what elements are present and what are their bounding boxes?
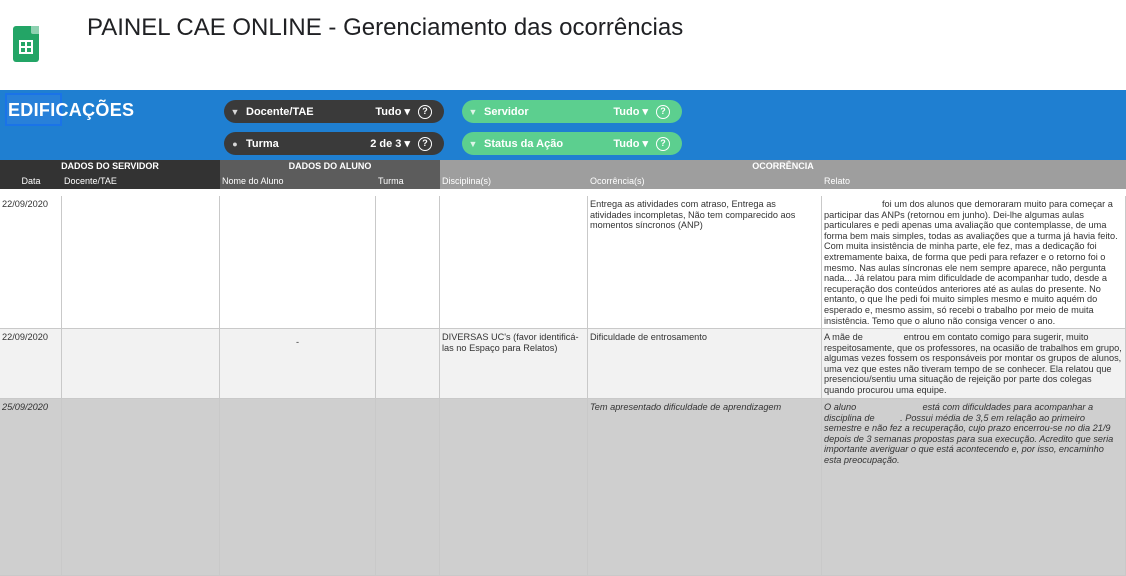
cell-relato[interactable]: A mãe de entrou em contato comigo para s…: [822, 329, 1126, 399]
cell-docente[interactable]: [62, 329, 220, 399]
group-header-ocorrencia: OCORRÊNCIA: [440, 160, 1126, 173]
filter-docente-label: Docente/TAE: [246, 105, 314, 118]
table-row[interactable]: 22/09/2020 Entrega as atividades com atr…: [0, 196, 1126, 329]
col-header-docente[interactable]: Docente/TAE: [62, 173, 220, 189]
filter-icon: ●: [232, 138, 238, 149]
cell-ocorrencia[interactable]: Dificuldade de entrosamento: [588, 329, 822, 399]
filter-icon: ▼: [468, 106, 478, 117]
cell-date[interactable]: 22/09/2020: [0, 329, 62, 399]
table-row[interactable]: 25/09/2020 Tem apresentado dificuldade d…: [0, 399, 1126, 576]
cell-disciplina[interactable]: [440, 196, 588, 329]
col-header-ocorrencia[interactable]: Ocorrência(s): [588, 173, 822, 189]
cell-ocorrencia[interactable]: Tem apresentado dificuldade de aprendiza…: [588, 399, 822, 576]
cell-date[interactable]: 22/09/2020: [0, 196, 62, 329]
filter-turma-label: Turma: [246, 137, 279, 150]
help-icon[interactable]: ?: [656, 104, 670, 119]
filter-icon: ▼: [230, 106, 240, 117]
sheets-logo-icon[interactable]: [13, 26, 39, 62]
col-header-disciplina[interactable]: Disciplina(s): [440, 173, 588, 189]
filter-servidor-value[interactable]: Tudo ▾: [613, 105, 648, 118]
cell-relato[interactable]: foi um dos alunos que demoraram muito pa…: [822, 196, 1126, 329]
cell-turma[interactable]: [376, 196, 440, 329]
cell-docente[interactable]: [62, 196, 220, 329]
filter-servidor-label: Servidor: [484, 105, 529, 118]
cell-ocorrencia[interactable]: Entrega as atividades com atraso, Entreg…: [588, 196, 822, 329]
col-header-turma[interactable]: Turma: [376, 173, 440, 189]
course-title: EDIFICAÇÕES: [8, 100, 135, 120]
col-header-aluno[interactable]: Nome do Aluno: [220, 173, 376, 189]
app-header: PAINEL CAE ONLINE - Gerenciamento das oc…: [0, 0, 1126, 90]
cell-aluno[interactable]: [220, 196, 376, 329]
filter-docente[interactable]: ▼ Docente/TAE Tudo ▾ ?: [224, 100, 444, 123]
filter-status-value[interactable]: Tudo ▾: [613, 137, 648, 150]
cell-aluno[interactable]: [220, 399, 376, 576]
cell-disciplina[interactable]: [440, 399, 588, 576]
help-icon[interactable]: ?: [418, 136, 432, 151]
group-header-aluno: DADOS DO ALUNO: [220, 160, 440, 173]
group-header-servidor: DADOS DO SERVIDOR: [0, 160, 220, 173]
filter-turma[interactable]: ● Turma 2 de 3 ▾ ?: [224, 132, 444, 155]
filter-servidor[interactable]: ▼ Servidor Tudo ▾ ?: [462, 100, 682, 123]
cell-turma[interactable]: [376, 399, 440, 576]
filter-turma-value[interactable]: 2 de 3 ▾: [370, 137, 410, 150]
filter-status-acao[interactable]: ▼ Status da Ação Tudo ▾ ?: [462, 132, 682, 155]
col-header-relato[interactable]: Relato: [822, 173, 1126, 189]
document-title[interactable]: PAINEL CAE ONLINE - Gerenciamento das oc…: [87, 14, 683, 42]
help-icon[interactable]: ?: [656, 136, 670, 151]
cell-aluno[interactable]: -: [220, 329, 376, 399]
cell-date[interactable]: 25/09/2020: [0, 399, 62, 576]
filter-icon: ▼: [468, 138, 478, 149]
cell-relato[interactable]: O aluno está com dificuldades para acomp…: [822, 399, 1126, 576]
cell-disciplina[interactable]: DIVERSAS UC's (favor identificá-las no E…: [440, 329, 588, 399]
filter-status-label: Status da Ação: [484, 137, 564, 150]
col-header-data[interactable]: Data: [0, 173, 62, 189]
cell-docente[interactable]: [62, 399, 220, 576]
table-row[interactable]: 22/09/2020 - DIVERSAS UC's (favor identi…: [0, 329, 1126, 399]
dashboard-banner: EDIFICAÇÕES ▼ Docente/TAE Tudo ▾ ? ● Tur…: [0, 90, 1126, 160]
filter-docente-value[interactable]: Tudo ▾: [375, 105, 410, 118]
cell-turma[interactable]: [376, 329, 440, 399]
help-icon[interactable]: ?: [418, 104, 432, 119]
